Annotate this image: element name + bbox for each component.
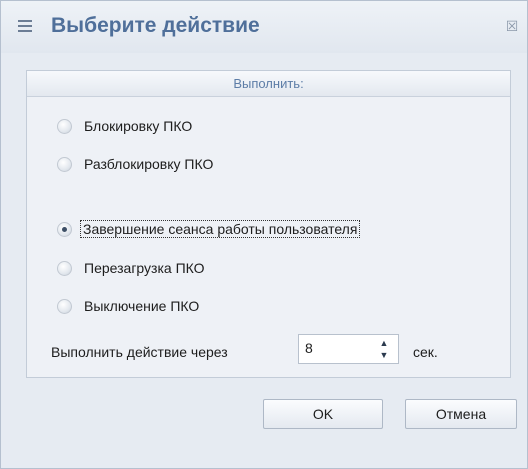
delay-label: Выполнить действие через: [51, 344, 228, 360]
delay-value[interactable]: 8: [305, 340, 313, 356]
option-logoff[interactable]: Завершение сеанса работы пользователя: [57, 218, 361, 240]
ok-button[interactable]: OK: [263, 399, 383, 429]
title-bar: Выберите действие ☒: [1, 1, 527, 53]
radio-button-checked[interactable]: [57, 221, 72, 237]
option-unblock[interactable]: Разблокировку ПКО: [57, 153, 213, 175]
option-shutdown[interactable]: Выключение ПКО: [57, 295, 199, 317]
dialog-title: Выберите действие: [51, 14, 260, 37]
delay-unit: сек.: [413, 344, 438, 360]
radio-button[interactable]: [57, 118, 72, 134]
delay-spinner[interactable]: 8 ▲ ▼: [298, 334, 399, 364]
option-block[interactable]: Блокировку ПКО: [57, 115, 192, 137]
option-label: Перезагрузка ПКО: [84, 260, 205, 276]
group-title: Выполнить:: [233, 76, 304, 91]
spin-down-icon[interactable]: ▼: [379, 349, 389, 361]
radio-button[interactable]: [57, 156, 72, 172]
option-reboot[interactable]: Перезагрузка ПКО: [57, 257, 205, 279]
dialog-window: Выберите действие ☒ Выполнить: Блокировк…: [0, 0, 528, 469]
close-icon[interactable]: ☒: [505, 19, 519, 33]
radio-button[interactable]: [57, 298, 72, 314]
group-header: Выполнить:: [27, 71, 510, 97]
spin-up-icon[interactable]: ▲: [379, 337, 389, 349]
radio-button[interactable]: [57, 260, 72, 276]
menu-icon[interactable]: [18, 20, 32, 32]
option-label: Разблокировку ПКО: [84, 156, 214, 172]
cancel-button[interactable]: Отмена: [405, 399, 517, 429]
option-label: Завершение сеанса работы пользователя: [79, 220, 361, 238]
option-label: Выключение ПКО: [84, 298, 200, 314]
option-label: Блокировку ПКО: [84, 118, 193, 134]
